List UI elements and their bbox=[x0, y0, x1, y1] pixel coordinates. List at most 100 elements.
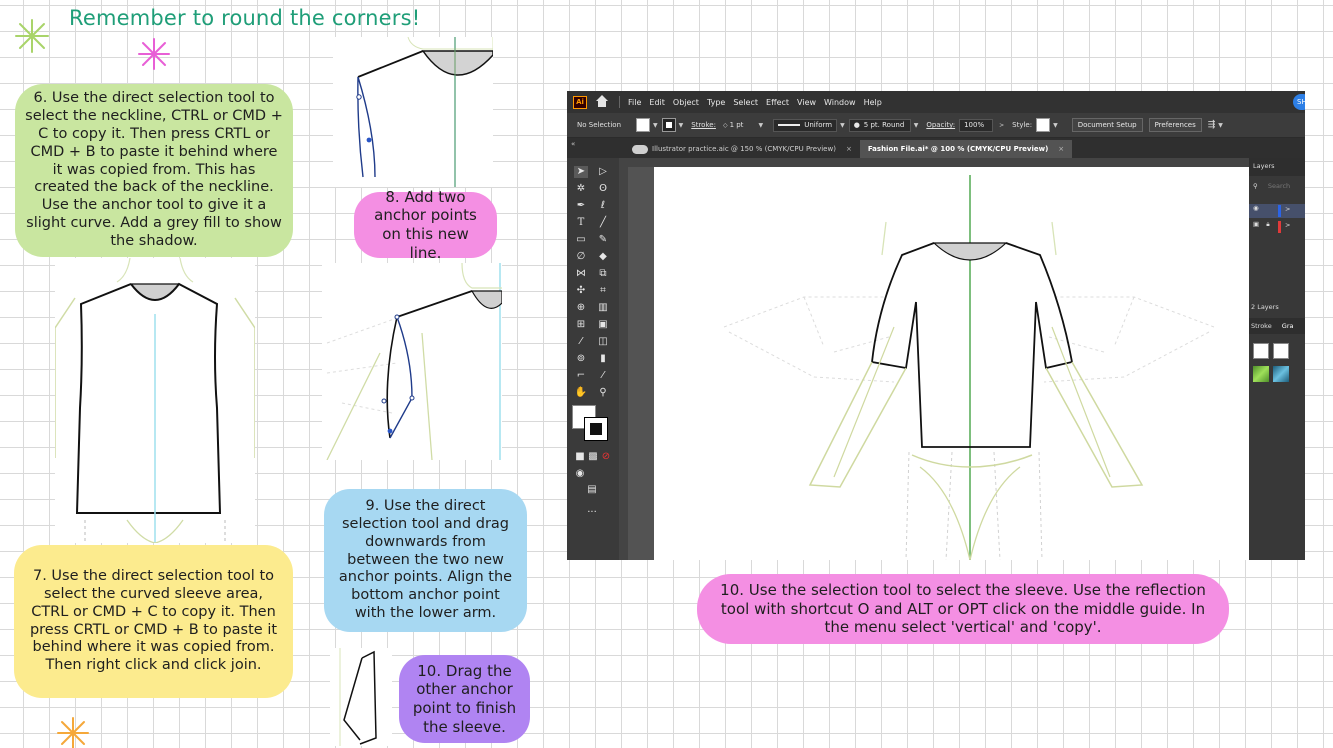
opacity-label[interactable]: Opacity: bbox=[926, 121, 955, 129]
gradient-tool-icon[interactable]: ▣ bbox=[596, 319, 610, 331]
blend-tool-icon[interactable]: ◫ bbox=[596, 336, 610, 348]
brush-select[interactable]: ● 5 pt. Round bbox=[848, 118, 911, 132]
menu-file[interactable]: File bbox=[628, 98, 641, 107]
stroke-box[interactable] bbox=[584, 417, 608, 441]
brush-value: 5 pt. Round bbox=[863, 121, 905, 129]
zoom-tool-icon[interactable]: ⚲ bbox=[596, 387, 610, 399]
close-icon[interactable]: × bbox=[846, 145, 852, 153]
chevron-down-icon[interactable]: ▼ bbox=[1053, 122, 1058, 129]
swatch-pattern-green[interactable] bbox=[1253, 366, 1269, 382]
stepper-icon[interactable]: ◇ bbox=[723, 122, 728, 129]
layers-title[interactable]: Layers bbox=[1253, 162, 1275, 170]
stroke-profile-value: Uniform bbox=[804, 121, 833, 129]
close-icon[interactable]: × bbox=[1058, 145, 1064, 153]
selection-tool-icon[interactable]: ➤ bbox=[574, 166, 588, 178]
artboard-tool-icon[interactable]: ⌐ bbox=[574, 370, 588, 382]
stroke-gradient-tabs: Stroke Gra bbox=[1249, 318, 1305, 334]
symbol-sprayer-tool-icon[interactable]: ⊚ bbox=[574, 353, 588, 365]
opacity-input[interactable]: 100% bbox=[959, 118, 994, 132]
menu-view[interactable]: View bbox=[797, 98, 816, 107]
eraser-tool-icon[interactable]: ◆ bbox=[596, 251, 610, 263]
menu-select[interactable]: Select bbox=[733, 98, 758, 107]
chevron-down-icon[interactable]: ▼ bbox=[653, 122, 658, 129]
shaper-tool-icon[interactable]: ∅ bbox=[574, 251, 588, 263]
screen-mode-icon[interactable]: ▤ bbox=[585, 484, 599, 496]
chevron-down-icon[interactable]: ▼ bbox=[914, 122, 919, 129]
stroke-label[interactable]: Stroke: bbox=[691, 121, 716, 129]
menu-help[interactable]: Help bbox=[864, 98, 882, 107]
vertical-ruler bbox=[619, 167, 628, 560]
step-9-note: 9. Use the direct selection tool and dra… bbox=[324, 489, 527, 632]
visibility-icon[interactable]: ▣ bbox=[1253, 220, 1259, 228]
hand-tool-icon[interactable]: ✋ bbox=[574, 387, 588, 399]
arrange-icon[interactable]: ⇶ bbox=[1208, 120, 1216, 130]
column-graph-tool-icon[interactable]: ▮ bbox=[596, 353, 610, 365]
shape-builder-tool-icon[interactable]: ⊕ bbox=[574, 302, 588, 314]
lasso-tool-icon[interactable]: ʘ bbox=[596, 183, 610, 195]
eye-icon[interactable]: ◉ bbox=[1253, 204, 1259, 212]
more-tools-icon[interactable]: ... bbox=[585, 504, 599, 516]
tab-illustrator-practice[interactable]: Illustrator practice.aic @ 150 % (CMYK/C… bbox=[624, 140, 860, 158]
step-9-text: 9. Use the direct selection tool and dra… bbox=[338, 497, 513, 622]
fill-swatch[interactable] bbox=[636, 118, 651, 132]
chevron-down-icon[interactable]: ▼ bbox=[758, 122, 763, 129]
menu-object[interactable]: Object bbox=[673, 98, 699, 107]
opacity-value: 100% bbox=[964, 121, 985, 129]
stroke-weight-input[interactable]: 1 pt bbox=[730, 121, 744, 129]
home-icon[interactable] bbox=[595, 95, 609, 109]
type-tool-icon[interactable]: T bbox=[574, 217, 588, 229]
lock-icon[interactable]: 🔒︎ bbox=[1266, 220, 1269, 228]
dot-icon: ● bbox=[853, 121, 860, 129]
step-10-drag-text: 10. Drag the other anchor point to finis… bbox=[412, 661, 517, 736]
tab-stroke[interactable]: Stroke bbox=[1251, 322, 1272, 330]
panel-collapse-icon[interactable]: « bbox=[571, 140, 575, 148]
direct-selection-tool-icon[interactable]: ▷ bbox=[596, 166, 610, 178]
none-mode-icon[interactable]: ⊘ bbox=[599, 451, 613, 463]
magic-wand-tool-icon[interactable]: ✲ bbox=[574, 183, 588, 195]
swatch-pattern-blue[interactable] bbox=[1273, 366, 1289, 382]
cloud-icon bbox=[632, 144, 648, 154]
color-mode-icon[interactable]: ■ bbox=[573, 451, 587, 463]
tab-fashion-file[interactable]: Fashion File.ai* @ 100 % (CMYK/CPU Previ… bbox=[859, 140, 1073, 158]
chevron-right-icon[interactable]: > bbox=[999, 122, 1004, 129]
tab-gradient[interactable]: Gra bbox=[1282, 322, 1294, 330]
search-placeholder: Search bbox=[1267, 182, 1291, 190]
pen-tool-icon[interactable]: ✒ bbox=[574, 200, 588, 212]
layer-count: 2 Layers bbox=[1249, 303, 1305, 315]
stroke-profile-select[interactable]: Uniform bbox=[773, 118, 838, 132]
user-avatar[interactable]: SH bbox=[1293, 94, 1305, 110]
rectangle-tool-icon[interactable]: ▭ bbox=[574, 234, 588, 246]
chevron-right-icon[interactable]: > bbox=[1285, 221, 1290, 229]
paintbrush-tool-icon[interactable]: ✎ bbox=[596, 234, 610, 246]
draw-mode-icon[interactable]: ◉ bbox=[573, 468, 587, 480]
gradient-mode-icon[interactable]: ▩ bbox=[586, 451, 600, 463]
free-transform-tool-icon[interactable]: ⌗ bbox=[596, 285, 610, 297]
reflect-tool-icon[interactable]: ⋈ bbox=[574, 268, 588, 280]
eyedropper-tool-icon[interactable]: ⁄ bbox=[574, 336, 588, 348]
layer-row-2[interactable]: ▣ 🔒︎ > bbox=[1249, 220, 1305, 234]
line-tool-icon[interactable]: ╱ bbox=[596, 217, 610, 229]
curvature-tool-icon[interactable]: ℓ bbox=[596, 200, 610, 212]
chevron-right-icon[interactable]: > bbox=[1285, 205, 1290, 213]
swatch-none[interactable] bbox=[1253, 343, 1269, 359]
layer-row-1[interactable]: ◉ > bbox=[1249, 204, 1305, 218]
chart-tool-icon[interactable]: ▥ bbox=[596, 302, 610, 314]
mesh-tool-icon[interactable]: ⊞ bbox=[574, 319, 588, 331]
stroke-swatch[interactable] bbox=[661, 118, 676, 132]
layers-search[interactable]: ⚲ Search bbox=[1249, 182, 1305, 196]
menu-type[interactable]: Type bbox=[707, 98, 725, 107]
menu-window[interactable]: Window bbox=[824, 98, 856, 107]
fill-stroke-widget[interactable] bbox=[572, 405, 608, 441]
chevron-down-icon[interactable]: ▼ bbox=[1218, 122, 1223, 129]
preferences-button[interactable]: Preferences bbox=[1148, 118, 1202, 132]
menu-edit[interactable]: Edit bbox=[649, 98, 665, 107]
slice-tool-icon[interactable]: ⁄ bbox=[596, 370, 610, 382]
scale-tool-icon[interactable]: ⧉ bbox=[596, 268, 610, 280]
style-swatch[interactable] bbox=[1036, 118, 1051, 132]
document-setup-button[interactable]: Document Setup bbox=[1071, 118, 1143, 132]
swatch-white[interactable] bbox=[1273, 343, 1289, 359]
chevron-down-icon[interactable]: ▼ bbox=[679, 122, 684, 129]
menu-effect[interactable]: Effect bbox=[766, 98, 789, 107]
chevron-down-icon[interactable]: ▼ bbox=[840, 122, 845, 129]
puppet-warp-tool-icon[interactable]: ✣ bbox=[574, 285, 588, 297]
